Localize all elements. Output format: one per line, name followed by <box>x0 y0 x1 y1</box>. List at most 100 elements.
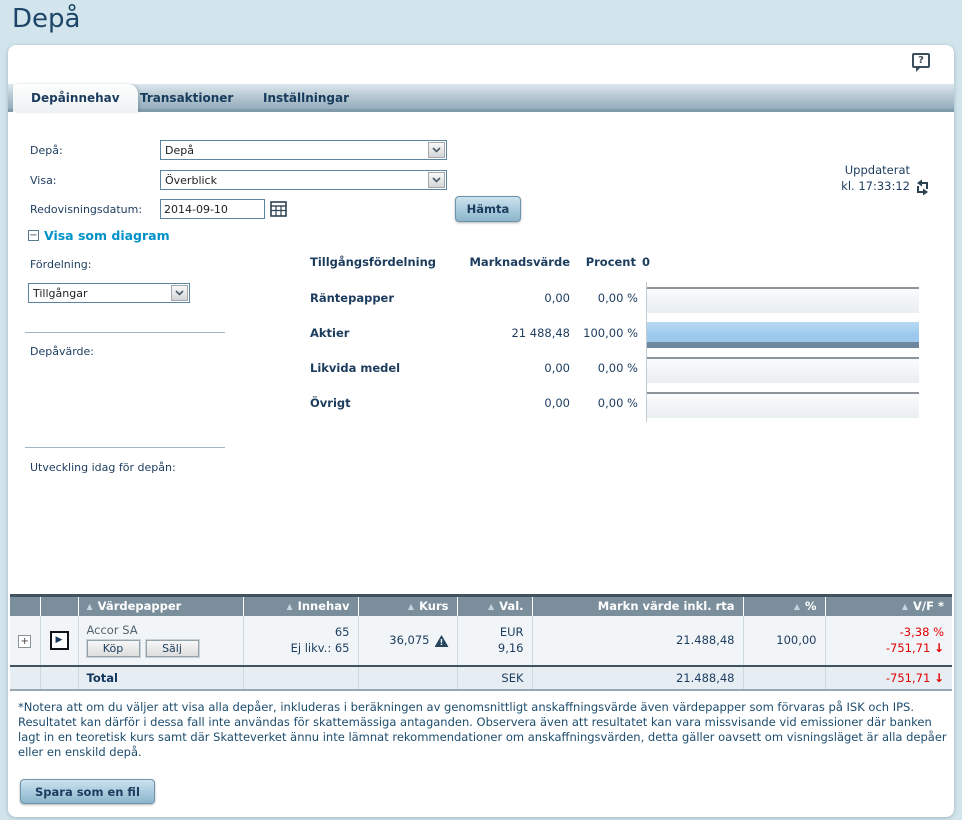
allocation-bar <box>647 322 919 348</box>
allocation-row-value: 0,00 <box>450 291 570 305</box>
allocation-row-percent: 0,00 % <box>558 396 638 410</box>
depavarde-label: Depåvärde: <box>30 345 94 358</box>
allocation-header-percent: Procent <box>586 255 636 269</box>
total-vf-amount: -751,71 <box>886 671 930 685</box>
divider <box>25 447 225 448</box>
fordelning-select[interactable]: Tillgångar <box>28 283 190 303</box>
allocation-bar <box>647 392 919 418</box>
sort-asc-icon: ▲ <box>902 602 908 611</box>
buy-button[interactable]: Köp <box>87 640 140 657</box>
down-arrow-icon: ↓ <box>934 641 944 655</box>
visa-label: Visa: <box>30 174 57 187</box>
security-name: Accor SA <box>87 623 235 637</box>
updated-timestamp: Uppdaterat kl. 17:33:12 <box>841 162 910 194</box>
allocation-row-label: Räntepapper <box>310 291 394 305</box>
total-label: Total <box>87 671 118 685</box>
sort-asc-icon: ▲ <box>286 602 292 611</box>
holdings-table: ▲Värdepapper ▲Innehav ▲Kurs ▲Val. Markn … <box>10 594 952 691</box>
total-market-value: 21.488,48 <box>532 666 743 690</box>
header-kurs[interactable]: ▲Kurs <box>358 596 457 616</box>
total-row: Total SEK 21.488,48 -751,71 ↓ <box>10 666 952 690</box>
header-markn-varde[interactable]: Markn värde inkl. rta <box>532 596 743 616</box>
allocation-bar <box>647 357 919 383</box>
sort-asc-icon: ▲ <box>408 602 414 611</box>
allocation-row-label: Övrigt <box>310 396 351 410</box>
allocation-row-percent: 0,00 % <box>558 361 638 375</box>
tab-installningar[interactable]: Inställningar <box>263 84 349 112</box>
tab-bar: Depåinnehav Transaktioner Inställningar <box>8 84 954 112</box>
depa-select-value: Depå <box>165 144 194 157</box>
header-percent[interactable]: ▲% <box>743 596 825 616</box>
holding-cell: 65 Ej likv.: 65 <box>243 616 358 666</box>
date-label: Redovisningsdatum: <box>30 203 142 216</box>
action-cell: ▶ <box>40 616 78 666</box>
visa-select-value: Överblick <box>165 174 217 187</box>
sell-button[interactable]: Sälj <box>146 640 199 657</box>
allocation-header-category: Tillgångsfördelning <box>310 255 436 269</box>
down-arrow-icon: ↓ <box>934 671 944 685</box>
chevron-down-icon <box>171 285 188 301</box>
price-value: 36,075 <box>389 633 429 647</box>
allocation-row-label: Aktier <box>310 326 349 340</box>
vf-amount: -751,71 <box>886 641 930 655</box>
allocation-axis-zero: 0 <box>642 255 650 269</box>
depa-select[interactable]: Depå <box>160 140 447 160</box>
expand-plus-icon[interactable]: + <box>18 635 31 648</box>
table-row: + ▶ Accor SA Köp Sälj 65 Ej likv.: 65 36,… <box>10 616 952 666</box>
depa-label: Depå: <box>30 144 63 157</box>
fordelning-select-value: Tillgångar <box>33 287 88 300</box>
allocation-row-value: 21 488,48 <box>450 326 570 340</box>
calendar-icon[interactable] <box>270 201 287 221</box>
header-vardepapper[interactable]: ▲Värdepapper <box>78 596 243 616</box>
row-detail-arrow-icon[interactable]: ▶ <box>50 631 69 650</box>
header-innehav[interactable]: ▲Innehav <box>243 596 358 616</box>
refresh-icon[interactable] <box>914 179 931 200</box>
holding-quantity: 65 <box>252 624 350 640</box>
page-title: Depå <box>12 4 80 34</box>
vf-cell: -3,38 % -751,71 ↓ <box>825 616 952 666</box>
holdings-header-row: ▲Värdepapper ▲Innehav ▲Kurs ▲Val. Markn … <box>10 596 952 616</box>
tab-transaktioner[interactable]: Transaktioner <box>140 84 233 112</box>
price-cell: 36,075! <box>358 616 457 666</box>
allocation-row-value: 0,00 <box>450 396 570 410</box>
total-vf-cell: -751,71 ↓ <box>825 666 952 690</box>
show-as-diagram-label: Visa som diagram <box>44 228 170 243</box>
fetch-button[interactable]: Hämta <box>455 196 521 222</box>
market-value-cell: 21.488,48 <box>532 616 743 666</box>
chevron-down-icon <box>428 172 445 188</box>
header-vf[interactable]: ▲V/F * <box>825 596 952 616</box>
date-input[interactable] <box>160 199 265 219</box>
security-cell: Accor SA Köp Sälj <box>78 616 243 666</box>
tab-depainnehav[interactable]: Depåinnehav <box>13 84 138 112</box>
collapse-icon: − <box>28 230 39 241</box>
currency-cell: EUR 9,16 <box>457 616 532 666</box>
divider <box>25 332 225 333</box>
sort-asc-icon: ▲ <box>87 602 93 611</box>
allocation-row-value: 0,00 <box>450 361 570 375</box>
expand-cell: + <box>10 616 40 666</box>
allocation-row-percent: 0,00 % <box>558 291 638 305</box>
percent-cell: 100,00 <box>743 616 825 666</box>
save-as-file-button[interactable]: Spara som en fil <box>20 779 155 804</box>
holding-note: Ej likv.: 65 <box>252 640 350 656</box>
allocation-row-percent: 100,00 % <box>558 326 638 340</box>
sort-asc-icon: ▲ <box>488 602 494 611</box>
show-as-diagram-toggle[interactable]: − Visa som diagram <box>28 228 170 243</box>
allocation-row-label: Likvida medel <box>310 361 400 375</box>
allocation-header-value: Marknadsvärde <box>469 255 570 269</box>
currency-code: EUR <box>466 624 524 640</box>
utveckling-label: Utveckling idag för depån: <box>30 461 176 474</box>
help-icon[interactable]: ? <box>912 53 930 68</box>
vf-percent: -3,38 % <box>900 625 944 639</box>
page: Depå ? Depåinnehav Transaktioner Inställ… <box>0 0 962 820</box>
allocation-bar <box>647 287 919 313</box>
header-val[interactable]: ▲Val. <box>457 596 532 616</box>
total-currency: SEK <box>457 666 532 690</box>
footnote: *Notera att om du väljer att visa alla d… <box>18 700 948 760</box>
sort-asc-icon: ▲ <box>794 602 800 611</box>
fordelning-label: Fördelning: <box>30 258 92 271</box>
visa-select[interactable]: Överblick <box>160 170 447 190</box>
warning-icon: ! <box>435 635 449 647</box>
header-action <box>40 596 78 616</box>
header-expand <box>10 596 40 616</box>
